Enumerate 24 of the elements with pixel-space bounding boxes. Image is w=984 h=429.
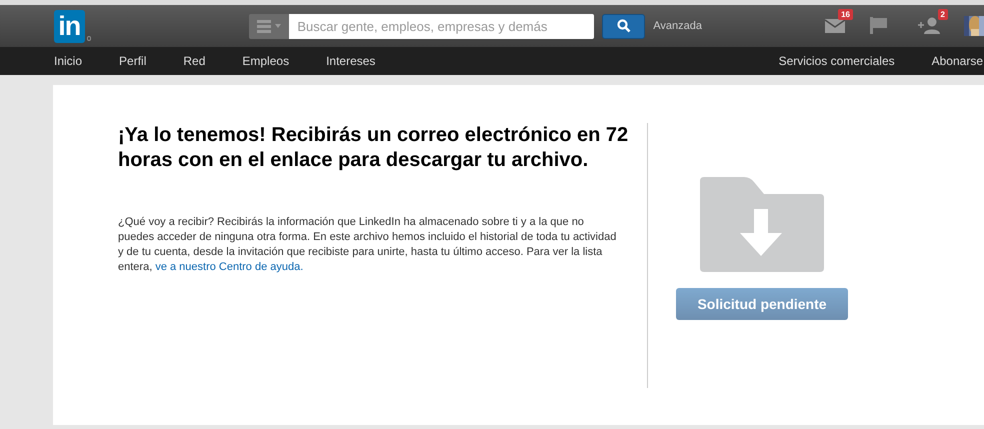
nav-link[interactable]: Intereses <box>326 52 376 70</box>
logo[interactable]: in <box>54 10 85 42</box>
nav-link[interactable]: Inicio <box>54 52 82 70</box>
advanced-search-link[interactable]: Avanzada <box>653 18 702 34</box>
nav-link[interactable]: Perfil <box>119 52 146 70</box>
nav-link[interactable]: Red <box>183 52 206 70</box>
heading: ¡Ya lo tenemos! Recibirás un correo electrónico en 72 horas con en el enlace para descargar tu archivo. <box>118 123 630 173</box>
help-center-link[interactable]: ve a nuestro Centro de ayuda. <box>155 261 304 273</box>
registered-icon <box>86 36 92 40</box>
nav-link[interactable]: Abonarse <box>932 52 983 70</box>
notification-count: 2 <box>938 9 948 20</box>
search-field[interactable]: Buscar gente, empleos, empresas y demás <box>289 14 594 38</box>
folder-download-icon <box>700 177 824 272</box>
notification-count: 16 <box>838 9 853 20</box>
search-menu-button[interactable] <box>249 14 290 38</box>
mail-icon[interactable] <box>825 18 845 33</box>
nav-link[interactable]: Empleos <box>242 52 290 70</box>
nav-link[interactable]: Servicios comerciales <box>778 52 895 70</box>
flag-icon[interactable] <box>870 17 888 34</box>
add-contact-icon[interactable] <box>918 17 940 34</box>
search-button[interactable] <box>602 14 646 38</box>
menu-icon <box>255 19 284 34</box>
search-icon <box>616 19 631 34</box>
description-paragraph: ¿Qué voy a recibir? Recibirás la información que LinkedIn ha almacenado sobre ti y a la que no puedes acceder de ninguna otra forma. En este archivo hemos incluido el historial de toda tu actividad y de tu cuenta, desde la invitación que recibiste para unirte, hasta tu último acceso. Para ver la lista entera, ve a nuestro Centro de ayuda. <box>118 215 618 275</box>
